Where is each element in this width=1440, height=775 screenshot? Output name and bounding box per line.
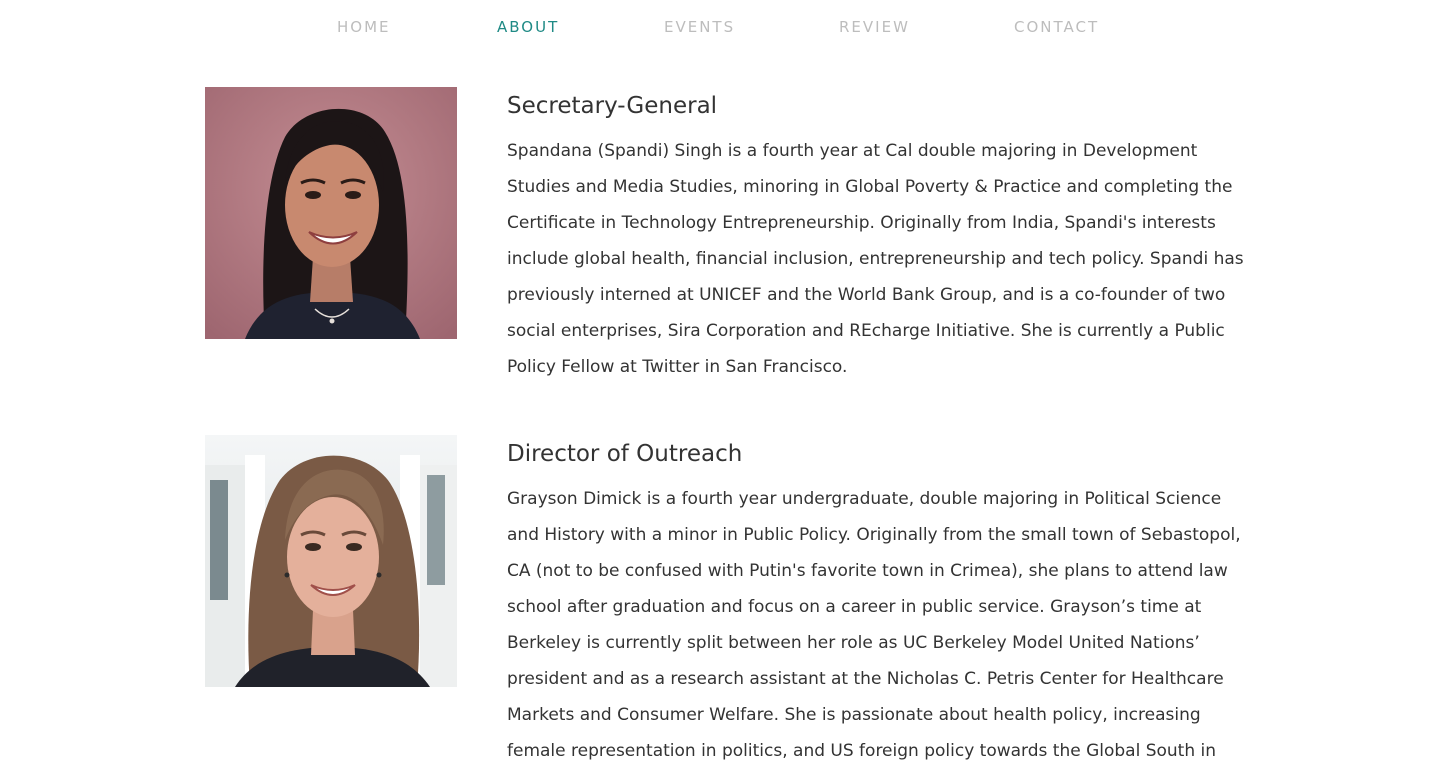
- nav-contact[interactable]: CONTACT: [1014, 18, 1099, 36]
- member-photo: [205, 435, 457, 687]
- member-text: Secretary-General Spandana (Spandi) Sing…: [507, 87, 1245, 385]
- nav-about[interactable]: ABOUT: [497, 18, 559, 36]
- nav-events[interactable]: EVENTS: [664, 18, 735, 36]
- member-role: Secretary-General: [507, 93, 718, 119]
- member-bio: Grayson Dimick is a fourth year undergra…: [507, 489, 1241, 761]
- top-nav: HOME ABOUT EVENTS REVIEW CONTACT: [0, 0, 1440, 56]
- member-text: Director of Outreach Grayson Dimick is a…: [507, 435, 1245, 769]
- member-bio: Spandana (Spandi) Singh is a fourth year…: [507, 141, 1244, 377]
- nav-home[interactable]: HOME: [337, 18, 391, 36]
- member-photo: [205, 87, 457, 339]
- nav-review[interactable]: REVIEW: [839, 18, 910, 36]
- portrait-photo-2: [205, 435, 457, 687]
- member-role: Director of Outreach: [507, 441, 743, 467]
- portrait-photo-1: [205, 87, 457, 339]
